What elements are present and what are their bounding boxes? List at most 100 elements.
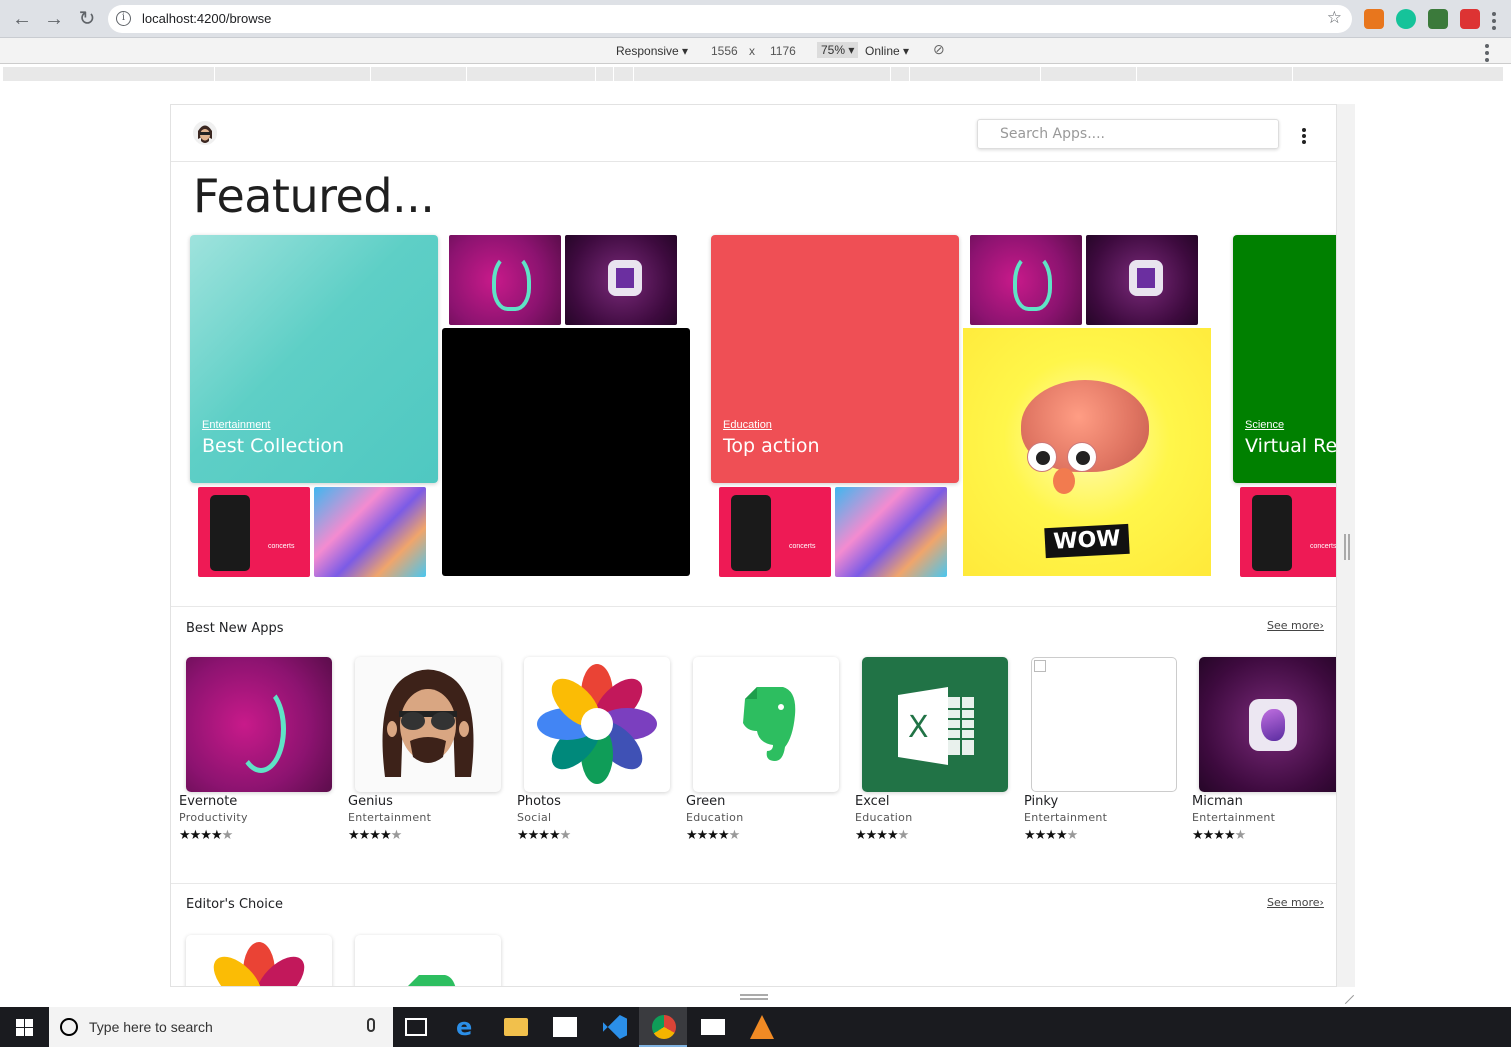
file-explorer-icon[interactable] [504,1018,528,1036]
concerts-thumbnail[interactable] [1240,487,1336,577]
video-tile[interactable] [442,328,690,576]
elephant-app-icon[interactable] [693,657,839,792]
app-category: Entertainment [1192,811,1276,824]
task-view-icon[interactable] [405,1018,427,1036]
micman-thumbnail[interactable] [565,235,677,325]
editors-choice-photos-card[interactable] [186,935,332,986]
section-divider [171,606,1336,607]
concerts-thumbnail[interactable] [198,487,310,577]
reload-icon[interactable]: ↻ [74,6,100,32]
svg-text:X: X [908,710,929,745]
cortana-icon [60,1018,78,1036]
windows-taskbar: Type here to search e [0,1007,1511,1047]
featured-card-title: Best Collection [202,435,345,457]
star-rating: ★★★★★ [1024,827,1078,842]
vlc-icon[interactable] [750,1015,774,1039]
bookmark-star-icon[interactable]: ☆ [1327,8,1342,28]
editors-choice-green-card[interactable] [355,935,501,986]
jellyfish-app-icon[interactable] [186,657,332,792]
app-category: Entertainment [1024,811,1108,824]
app-category: Social [517,811,552,824]
app-name: Green [686,794,726,809]
device-toolbar: Responsive ▾ 1556 x 1176 75% ▾ Online ▾ … [0,38,1511,64]
featured-category-link[interactable]: Entertainment [202,419,270,431]
taskbar-search-box[interactable]: Type here to search [49,1007,393,1047]
height-input[interactable]: 1176 [770,44,796,58]
width-input[interactable]: 1556 [711,44,738,58]
abstract-thumbnail[interactable] [835,487,947,577]
mail-icon[interactable] [701,1019,725,1035]
wow-label: WOW [1044,523,1130,559]
url-text: localhost:4200/browse [142,11,272,26]
edge-icon[interactable]: e [456,1015,480,1039]
broken-image-icon[interactable] [1031,657,1177,792]
bearded-man-app-icon[interactable] [355,657,501,792]
user-avatar[interactable] [193,121,217,145]
pinwheel-app-icon[interactable] [524,657,670,792]
star-rating: ★★★★★ [348,827,402,842]
site-info-icon[interactable]: i [116,11,131,26]
app-name: Evernote [179,794,238,809]
see-more-link[interactable]: See more› [1267,619,1324,632]
store-icon[interactable] [553,1017,577,1037]
forward-icon[interactable]: → [41,6,67,32]
best-new-apps-heading: Best New Apps [186,621,284,636]
eye-graphic [1027,442,1057,472]
zoom-select[interactable]: 75% ▾ [817,42,859,58]
app-viewport: Search Apps.... Featured... Entertainmen… [170,104,1337,987]
browser-toolbar: ← → ↻ i localhost:4200/browse ☆ [0,0,1511,38]
app-name: Genius [348,794,393,809]
mic-head-icon [1249,699,1297,751]
featured-category-link[interactable]: Science [1245,419,1284,431]
resize-corner-icon[interactable] [1337,987,1355,1005]
rotate-icon[interactable]: ⊘ [933,41,945,58]
app-category: Education [686,811,744,824]
featured-card-virtual-reality[interactable]: Science Virtual Rea [1233,235,1337,483]
star-rating: ★★★★★ [179,827,233,842]
star-rating: ★★★★★ [1192,827,1246,842]
metamask-extension-icon[interactable] [1364,9,1384,29]
chrome-icon[interactable] [652,1015,676,1039]
abstract-thumbnail[interactable] [314,487,426,577]
microphone-icon[interactable] [367,1018,375,1032]
broken-image-glyph [1034,660,1046,672]
resize-handle-bottom[interactable] [740,994,768,1000]
app-name: Photos [517,794,561,809]
resize-handle-right[interactable] [1344,534,1350,560]
windows-start-icon[interactable] [16,1019,33,1036]
see-more-link[interactable]: See more› [1267,896,1324,909]
nose-graphic [1053,468,1075,494]
taskbar-search-placeholder: Type here to search [89,1019,213,1035]
extension-icon[interactable] [1428,9,1448,29]
star-rating: ★★★★★ [517,827,571,842]
media-query-ruler[interactable] [3,67,1503,81]
featured-card-title: Top action [723,435,820,457]
search-input[interactable]: Search Apps.... [977,119,1279,149]
back-icon[interactable]: ← [9,6,35,32]
network-select[interactable]: Online ▾ [865,44,909,58]
featured-category-link[interactable]: Education [723,419,772,431]
times-label: x [749,44,755,58]
device-mode-select[interactable]: Responsive ▾ [616,44,688,58]
devtools-menu-icon[interactable] [1485,44,1489,65]
wow-brain-tile[interactable]: WOW [963,328,1211,576]
concerts-thumbnail[interactable] [719,487,831,577]
featured-card-best-collection[interactable]: Entertainment Best Collection [190,235,438,483]
eye-graphic [1067,442,1097,472]
browser-menu-icon[interactable] [1492,12,1496,33]
jellyfish-thumbnail[interactable] [970,235,1082,325]
micman-app-icon[interactable] [1199,657,1336,792]
address-bar[interactable]: i localhost:4200/browse ☆ [108,5,1352,33]
star-rating: ★★★★★ [686,827,740,842]
editors-choice-heading: Editor's Choice [186,897,283,912]
vscode-icon[interactable] [603,1015,627,1039]
featured-card-title: Virtual Rea [1245,435,1337,457]
star-rating: ★★★★★ [855,827,909,842]
more-options-icon[interactable] [1302,128,1306,146]
featured-card-top-action[interactable]: Education Top action [711,235,959,483]
jellyfish-thumbnail[interactable] [449,235,561,325]
micman-thumbnail[interactable] [1086,235,1198,325]
extension-icon[interactable] [1460,9,1480,29]
excel-app-icon[interactable]: X [862,657,1008,792]
grammarly-extension-icon[interactable] [1396,9,1416,29]
